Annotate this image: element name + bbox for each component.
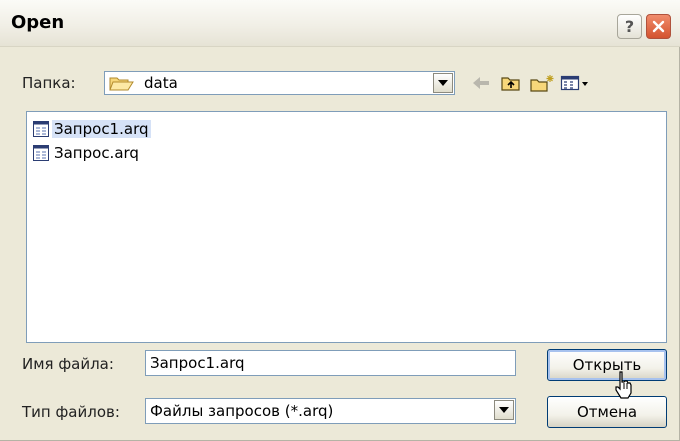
open-button[interactable]: Открыть [547, 349, 667, 381]
arq-file-icon [33, 121, 49, 137]
filetype-select[interactable]: Файлы запросов (*.arq) [145, 398, 516, 424]
help-icon: ? [624, 17, 635, 36]
arq-file-icon [33, 145, 49, 161]
filetype-value: Файлы запросов (*.arq) [150, 402, 334, 420]
filename-label: Имя файла: [22, 355, 114, 373]
help-button[interactable]: ? [617, 14, 642, 39]
view-menu-icon[interactable] [560, 73, 590, 93]
lookin-dropdown-button[interactable] [433, 73, 453, 93]
close-button[interactable] [646, 14, 671, 39]
file-item[interactable]: Запрос1.arq [33, 118, 151, 140]
dialog-title: Open [11, 12, 65, 33]
chevron-down-icon [438, 80, 448, 86]
file-name: Запрос1.arq [52, 120, 151, 138]
filename-value: Запрос1.arq [150, 354, 245, 372]
filetype-label: Тип файлов: [22, 403, 120, 421]
title-bar[interactable]: Open ? [0, 0, 680, 47]
file-list[interactable]: Запрос1.arq Запрос.arq [26, 111, 667, 343]
filetype-dropdown-button[interactable] [494, 400, 514, 420]
cancel-button[interactable]: Отмена [547, 396, 667, 428]
back-arrow-icon[interactable] [470, 73, 492, 93]
up-folder-icon[interactable] [500, 73, 522, 93]
close-icon [652, 20, 665, 33]
chevron-down-icon [499, 407, 509, 413]
lookin-label: Папка: [22, 74, 76, 92]
new-folder-icon[interactable] [529, 73, 555, 93]
lookin-folder-value: data [144, 74, 178, 92]
file-name: Запрос.arq [54, 144, 139, 162]
mouse-cursor-icon [615, 371, 632, 399]
folder-icon [109, 77, 134, 91]
filename-input[interactable]: Запрос1.arq [145, 350, 516, 376]
file-item[interactable]: Запрос.arq [33, 142, 141, 164]
lookin-combo[interactable]: data [104, 71, 455, 95]
cancel-button-label: Отмена [576, 403, 638, 421]
open-dialog: Open ? Папка: data Запрос1.arq Запрос.ar… [0, 0, 680, 441]
